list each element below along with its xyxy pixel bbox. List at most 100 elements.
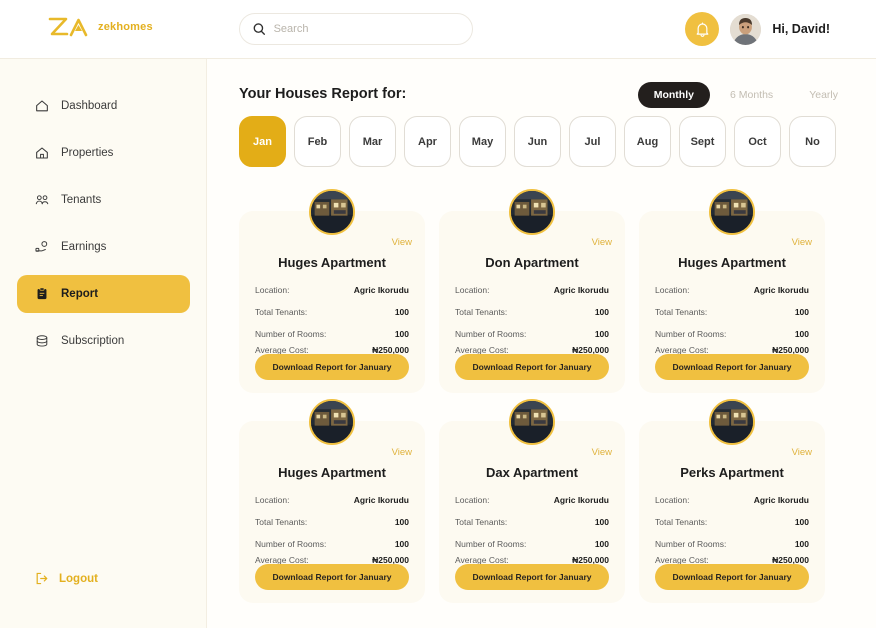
apartment-photo-icon (711, 401, 753, 443)
property-card[interactable]: View Huges Apartment Location: Agric Iko… (239, 399, 425, 603)
sidebar-item-properties[interactable]: Properties (17, 134, 190, 172)
detail-value-location: Agric Ikorudu (353, 285, 409, 295)
search-box[interactable] (239, 13, 473, 45)
month-chip-sept[interactable]: Sept (679, 116, 726, 167)
detail-label: Location: (455, 495, 490, 505)
apartment-photo-icon (711, 191, 753, 233)
property-title: Huges Apartment (278, 255, 386, 270)
search-input[interactable] (273, 23, 459, 35)
detail-value-tenants: 100 (594, 517, 609, 527)
property-details: Location: Agric Ikorudu Total Tenants: 1… (655, 285, 809, 355)
detail-value-location: Agric Ikorudu (753, 495, 809, 505)
search-icon (253, 23, 266, 35)
month-chip-apr[interactable]: Apr (404, 116, 451, 167)
period-yearly[interactable]: Yearly (793, 82, 854, 108)
detail-value-rooms: 100 (794, 329, 809, 339)
notification-button[interactable] (685, 12, 720, 46)
detail-label: Total Tenants: (455, 307, 508, 317)
sidebar-item-label: Dashboard (61, 100, 118, 112)
view-link[interactable]: View (392, 237, 412, 248)
house-icon (36, 147, 48, 159)
download-report-button[interactable]: Download Report for January (655, 354, 809, 380)
view-link[interactable]: View (592, 237, 612, 248)
logout-label: Logout (59, 572, 98, 585)
month-chip-feb[interactable]: Feb (294, 116, 341, 167)
property-thumbnail (509, 399, 555, 445)
month-chip-jun[interactable]: Jun (514, 116, 561, 167)
detail-row-tenants: Total Tenants: 100 (655, 307, 809, 317)
detail-label: Total Tenants: (455, 517, 508, 527)
property-details: Location: Agric Ikorudu Total Tenants: 1… (255, 495, 409, 565)
view-link[interactable]: View (392, 447, 412, 458)
property-card[interactable]: View Dax Apartment Location: Agric Ikoru… (439, 399, 625, 603)
top-bar: zekhomes Search Hi, David! (0, 0, 876, 59)
month-chip-jul[interactable]: Jul (569, 116, 616, 167)
detail-row-tenants: Total Tenants: 100 (655, 517, 809, 527)
detail-row-tenants: Total Tenants: 100 (255, 307, 409, 317)
property-title: Dax Apartment (486, 465, 578, 480)
apartment-photo-icon (511, 401, 553, 443)
month-chip-oct[interactable]: Oct (734, 116, 781, 167)
download-report-button[interactable]: Download Report for January (455, 354, 609, 380)
detail-row-location: Location: Agric Ikorudu (655, 285, 809, 295)
detail-value-location: Agric Ikorudu (553, 285, 609, 295)
detail-row-tenants: Total Tenants: 100 (455, 307, 609, 317)
apartment-photo-icon (511, 191, 553, 233)
logout-icon (36, 572, 48, 585)
detail-value-location: Agric Ikorudu (553, 495, 609, 505)
property-details: Location: Agric Ikorudu Total Tenants: 1… (455, 495, 609, 565)
property-card[interactable]: View Perks Apartment Location: Agric Iko… (639, 399, 825, 603)
detail-row-location: Location: Agric Ikorudu (455, 285, 609, 295)
property-card[interactable]: View Huges Apartment Location: Agric Iko… (639, 189, 825, 393)
download-report-button[interactable]: Download Report for January (255, 354, 409, 380)
user-zone: Hi, David! (685, 12, 830, 46)
property-title: Perks Apartment (680, 465, 784, 480)
detail-row-rooms: Number of Rooms: 100 (455, 539, 609, 549)
sidebar-item-tenants[interactable]: Tenants (17, 181, 190, 219)
sidebar-item-report[interactable]: Report (17, 275, 190, 313)
sidebar-item-label: Report (61, 288, 99, 300)
za-monogram-icon (48, 17, 88, 37)
sidebar-item-earnings[interactable]: Earnings (17, 228, 190, 266)
detail-row-rooms: Number of Rooms: 100 (255, 539, 409, 549)
period-6-months[interactable]: 6 Months (714, 82, 789, 108)
download-report-button[interactable]: Download Report for January (455, 564, 609, 590)
page-title: Your Houses Report for: (239, 86, 407, 102)
detail-value-location: Agric Ikorudu (753, 285, 809, 295)
detail-value-rooms: 100 (594, 539, 609, 549)
period-monthly[interactable]: Monthly (637, 82, 710, 108)
detail-label: Number of Rooms: (655, 329, 727, 339)
detail-row-rooms: Number of Rooms: 100 (655, 329, 809, 339)
avatar[interactable] (730, 13, 762, 45)
user-avatar-icon (730, 13, 762, 45)
brand-name: zekhomes (98, 21, 153, 33)
detail-label: Number of Rooms: (255, 539, 327, 549)
sidebar-item-dashboard[interactable]: Dashboard (17, 87, 190, 125)
month-chip-jan[interactable]: Jan (239, 116, 286, 167)
download-report-button[interactable]: Download Report for January (655, 564, 809, 590)
brand-logo[interactable]: zekhomes (47, 16, 153, 38)
view-link[interactable]: View (592, 447, 612, 458)
detail-label: Total Tenants: (655, 307, 708, 317)
people-icon (35, 195, 49, 205)
detail-label: Number of Rooms: (455, 329, 527, 339)
view-link[interactable]: View (792, 447, 812, 458)
detail-value-rooms: 100 (794, 539, 809, 549)
month-chip-mar[interactable]: Mar (349, 116, 396, 167)
database-icon (36, 335, 48, 347)
month-chip-nov[interactable]: No (789, 116, 836, 167)
sidebar-item-label: Properties (61, 147, 114, 159)
month-chip-may[interactable]: May (459, 116, 506, 167)
month-chip-aug[interactable]: Aug (624, 116, 671, 167)
apartment-photo-icon (311, 401, 353, 443)
property-card[interactable]: View Don Apartment Location: Agric Ikoru… (439, 189, 625, 393)
detail-label: Number of Rooms: (455, 539, 527, 549)
logout-button[interactable]: Logout (34, 571, 98, 586)
view-link[interactable]: View (792, 237, 812, 248)
property-card[interactable]: View Huges Apartment Location: Agric Iko… (239, 189, 425, 393)
detail-row-tenants: Total Tenants: 100 (455, 517, 609, 527)
download-report-button[interactable]: Download Report for January (255, 564, 409, 590)
detail-label: Location: (655, 285, 690, 295)
property-title: Huges Apartment (278, 465, 386, 480)
sidebar-item-subscription[interactable]: Subscription (17, 322, 190, 360)
